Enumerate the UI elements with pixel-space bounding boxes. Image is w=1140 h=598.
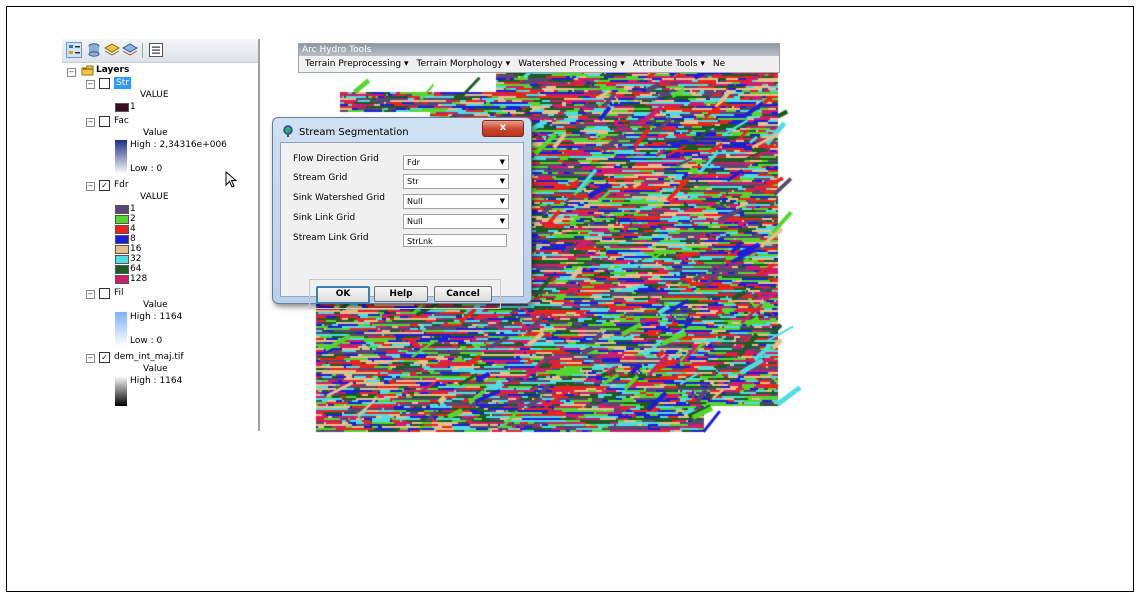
toolbar-separator [142, 43, 143, 58]
field-label: Sink Link Grid [293, 213, 356, 223]
color-ramp [115, 312, 127, 346]
layer-name[interactable]: dem_int_maj.tif [114, 351, 184, 363]
grid-dropdown[interactable]: Null ▼ [403, 214, 509, 229]
toolbar-title: Arc Hydro Tools [299, 44, 779, 56]
layer-visibility-checkbox[interactable] [99, 116, 110, 127]
toc-toolbar [62, 39, 258, 63]
grid-dropdown[interactable]: Fdr ▼ [403, 155, 509, 170]
toolbar-menu-item[interactable]: Terrain Morphology ▾ [417, 59, 511, 69]
close-button[interactable]: x [482, 120, 524, 137]
cancel-button[interactable]: Cancel [434, 286, 492, 302]
layer-name[interactable]: Fdr [114, 179, 129, 191]
dialog-body: OK Help Cancel Flow Direction Grid Fdr ▼ St… [280, 142, 524, 309]
layer-name[interactable]: Str [114, 77, 131, 89]
button-group: OK Help Cancel [309, 279, 501, 309]
legend-header: Value [143, 364, 168, 374]
legend-swatch [115, 245, 129, 254]
legend-header: VALUE [140, 192, 169, 202]
table-of-contents: − Layers − Str VALUE 1− Fac Value High : 2,34316… [62, 39, 260, 431]
legend-header: Value [143, 128, 168, 138]
dropdown-value: Fdr [407, 158, 420, 167]
arc-hydro-dialog-icon [283, 125, 293, 137]
collapse-toggle[interactable]: − [67, 68, 76, 77]
collapse-toggle[interactable]: − [86, 354, 95, 363]
collapse-toggle[interactable]: − [86, 80, 95, 89]
legend-header: Value [143, 300, 168, 310]
color-ramp [115, 140, 127, 174]
layer-name[interactable]: Fil [114, 287, 124, 299]
toolbar-menu-item[interactable]: Watershed Processing ▾ [518, 59, 625, 69]
legend-high-label: High : 1164 [130, 312, 183, 322]
ok-button[interactable]: OK [316, 286, 370, 304]
field-label: Sink Watershed Grid [293, 193, 385, 203]
chevron-down-icon[interactable]: ▼ [500, 156, 505, 169]
legend-swatch [115, 103, 129, 112]
list-by-visibility-icon[interactable] [104, 42, 120, 58]
field-label: Flow Direction Grid [293, 154, 379, 164]
legend-high-label: High : 1164 [130, 376, 183, 386]
legend-swatch [115, 265, 129, 274]
toc-root-label: Layers [96, 65, 130, 75]
legend-class-label: 1 [130, 102, 136, 112]
toolbar-menu-bar: Terrain Preprocessing ▾ Terrain Morpholog… [299, 56, 779, 72]
legend-class-label: 128 [130, 274, 148, 284]
legend-swatch [115, 215, 129, 224]
list-by-drawing-order-icon[interactable] [66, 42, 82, 58]
arc-hydro-toolbar: Arc Hydro Tools Terrain Preprocessing ▾ T… [298, 43, 780, 73]
mouse-pointer-icon [225, 171, 237, 188]
dropdown-value: Null [407, 217, 423, 226]
help-button[interactable]: Help [374, 286, 428, 302]
toolbar-menu-item[interactable]: Attribute Tools ▾ [633, 59, 705, 69]
legend-swatch [115, 205, 129, 214]
layers-folder-icon [81, 65, 94, 76]
field-label: Stream Grid [293, 173, 348, 183]
toolbar-menu-item[interactable]: Ne [713, 59, 725, 69]
layer-visibility-checkbox[interactable]: ✓ [99, 352, 110, 363]
legend-low-label: Low : 0 [130, 336, 163, 346]
color-ramp [115, 376, 127, 406]
stream-link-grid-input[interactable]: StrLnk [403, 234, 507, 247]
list-by-source-icon[interactable] [86, 42, 102, 58]
collapse-toggle[interactable]: − [86, 290, 95, 299]
layer-visibility-checkbox[interactable]: ✓ [99, 180, 110, 191]
layer-visibility-checkbox[interactable] [99, 288, 110, 299]
legend-swatch [115, 255, 129, 264]
grid-dropdown[interactable]: Str ▼ [403, 174, 509, 189]
chevron-down-icon[interactable]: ▼ [500, 195, 505, 208]
legend-high-label: High : 2,34316e+006 [130, 140, 227, 150]
legend-swatch [115, 225, 129, 234]
layer-visibility-checkbox[interactable] [99, 78, 110, 89]
dialog-title: Stream Segmentation [299, 127, 409, 138]
legend-low-label: Low : 0 [130, 164, 163, 174]
field-label: Stream Link Grid [293, 233, 369, 243]
dropdown-value: Null [407, 197, 423, 206]
chevron-down-icon[interactable]: ▼ [500, 215, 505, 228]
dropdown-value: Str [407, 177, 419, 186]
legend-swatch [115, 275, 129, 284]
list-by-selection-icon[interactable] [122, 42, 138, 58]
layer-name[interactable]: Fac [114, 115, 129, 127]
collapse-toggle[interactable]: − [86, 182, 95, 191]
options-icon[interactable] [148, 42, 164, 58]
chevron-down-icon[interactable]: ▼ [500, 175, 505, 188]
toolbar-menu-item[interactable]: Terrain Preprocessing ▾ [305, 59, 409, 69]
collapse-toggle[interactable]: − [86, 118, 95, 127]
legend-swatch [115, 235, 129, 244]
legend-header: VALUE [140, 90, 169, 100]
grid-dropdown[interactable]: Null ▼ [403, 194, 509, 209]
stream-segmentation-dialog: Stream Segmentation x OK Help Cancel Flo… [272, 117, 532, 309]
